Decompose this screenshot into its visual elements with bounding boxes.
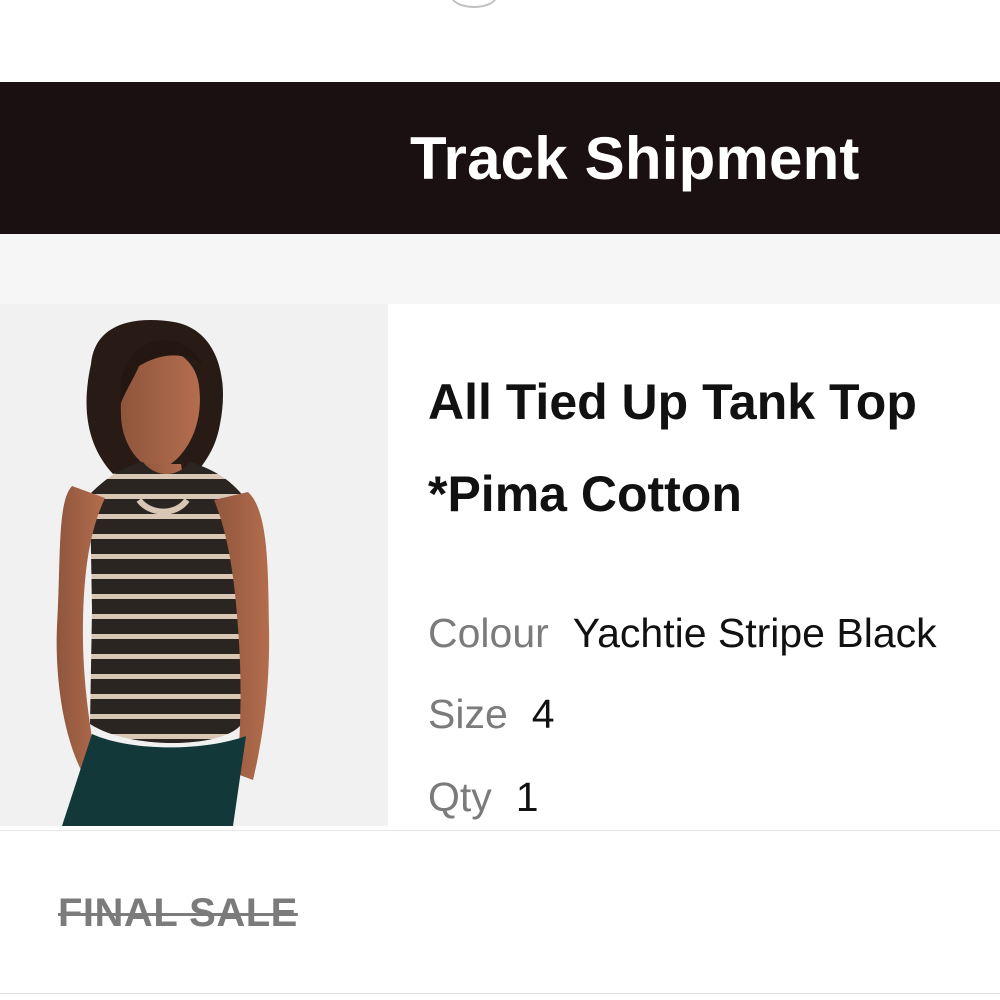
colour-row: Colour Yachtie Stripe Black bbox=[428, 608, 937, 658]
sale-status-section: FINAL SALE bbox=[0, 830, 1000, 1000]
product-image[interactable] bbox=[0, 304, 388, 826]
final-sale-badge: FINAL SALE bbox=[58, 891, 298, 935]
colour-label: Colour bbox=[428, 610, 549, 656]
qty-row: Qty 1 bbox=[428, 772, 539, 822]
size-value: 4 bbox=[531, 691, 555, 737]
track-shipment-button[interactable]: Track Shipment bbox=[0, 82, 1000, 234]
top-edge-icon bbox=[450, 0, 498, 8]
product-photo-icon bbox=[0, 304, 388, 826]
product-info: All Tied Up Tank Top *Pima Cotton Colour… bbox=[388, 304, 1000, 826]
qty-label: Qty bbox=[428, 774, 492, 820]
order-detail-page: Track Shipment All Tied Up Tank Top *Pim… bbox=[0, 0, 1000, 1000]
size-label: Size bbox=[428, 691, 508, 737]
product-title[interactable]: All Tied Up Tank Top *Pima Cotton bbox=[428, 356, 1000, 540]
track-shipment-label: Track Shipment bbox=[410, 124, 860, 192]
section-spacer bbox=[0, 234, 1000, 304]
qty-value: 1 bbox=[515, 774, 539, 820]
size-row: Size 4 bbox=[428, 689, 555, 739]
product-card: All Tied Up Tank Top *Pima Cotton Colour… bbox=[0, 304, 1000, 830]
colour-value: Yachtie Stripe Black bbox=[572, 610, 937, 656]
bottom-divider bbox=[0, 993, 1000, 994]
